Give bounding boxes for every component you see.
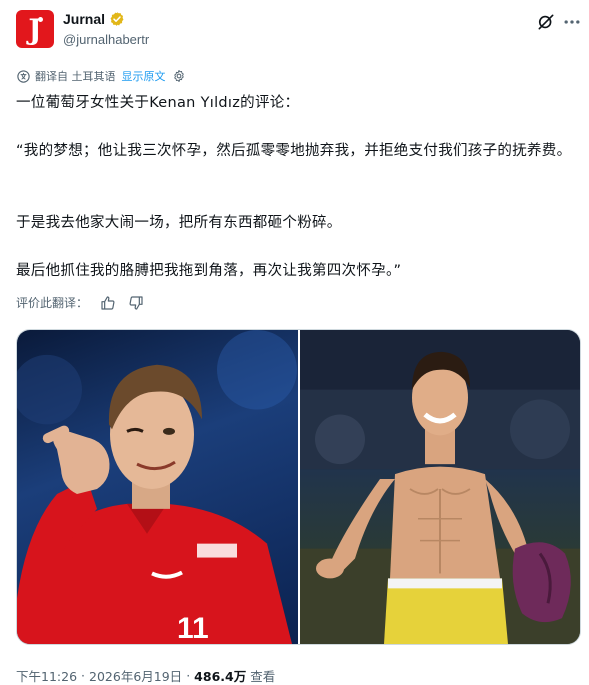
tweet-time[interactable]: 下午11:26 xyxy=(16,666,77,685)
more-icon[interactable] xyxy=(562,12,582,32)
author-handle[interactable]: @jurnalhabertr xyxy=(63,32,149,47)
tweet-card: J Jurnal @jurnalhabertr 翻译自 土耳其语 显示原文 一位… xyxy=(0,0,589,685)
grok-icon[interactable] xyxy=(536,12,556,32)
verified-badge-icon[interactable] xyxy=(109,11,125,27)
avatar[interactable]: J xyxy=(16,10,54,48)
translate-icon xyxy=(17,69,30,83)
tweet-text-line-3: 于是我去他家大闹一场，把所有东西都砸个粉碎。 xyxy=(16,215,342,231)
photo-player-red-jersey[interactable]: 11 xyxy=(17,330,298,644)
views-label: 查看 xyxy=(250,669,276,684)
photo-right-illustration xyxy=(300,330,580,644)
thumb-up-icon[interactable] xyxy=(100,295,116,311)
avatar-dot xyxy=(38,17,43,22)
tweet-meta-footer: 下午11:26 · 2026年6月19日 · 486.4万 查看 xyxy=(16,666,275,685)
settings-icon[interactable] xyxy=(172,69,186,83)
tweet-text-line-4: 最后他抓住我的胳膊把我拖到角落，再次让我第四次怀孕。” xyxy=(16,263,402,279)
translated-from-label: 翻译自 土耳其语 xyxy=(35,70,116,83)
photo-left-illustration: 11 xyxy=(17,330,297,644)
author-display-name[interactable]: Jurnal xyxy=(63,11,105,27)
rate-translation-label: 评价此翻译： xyxy=(16,296,89,310)
photo-player-shirtless[interactable] xyxy=(300,330,580,644)
rate-translation-row: 评价此翻译： xyxy=(16,294,144,311)
media-grid: 11 xyxy=(16,329,581,645)
translation-row: 翻译自 土耳其语 显示原文 xyxy=(16,68,186,84)
tweet-text-line-2: “我的梦想；他让我三次怀孕，然后孤零零地抛弃我，并拒绝支付我们孩子的抚养费。 xyxy=(16,143,572,159)
tweet-date[interactable]: 2026年6月19日 xyxy=(89,666,182,685)
views-count[interactable]: 486.4万 xyxy=(194,666,246,685)
svg-text:11: 11 xyxy=(177,612,209,644)
meta-separator: · xyxy=(186,668,191,683)
tweet-text-line-1: 一位葡萄牙女性关于Kenan Yıldız的评论： xyxy=(16,95,300,111)
thumb-down-icon[interactable] xyxy=(128,295,144,311)
show-original-link[interactable]: 显示原文 xyxy=(122,68,166,84)
author-name-row: Jurnal xyxy=(63,11,125,27)
meta-separator: · xyxy=(81,668,86,683)
